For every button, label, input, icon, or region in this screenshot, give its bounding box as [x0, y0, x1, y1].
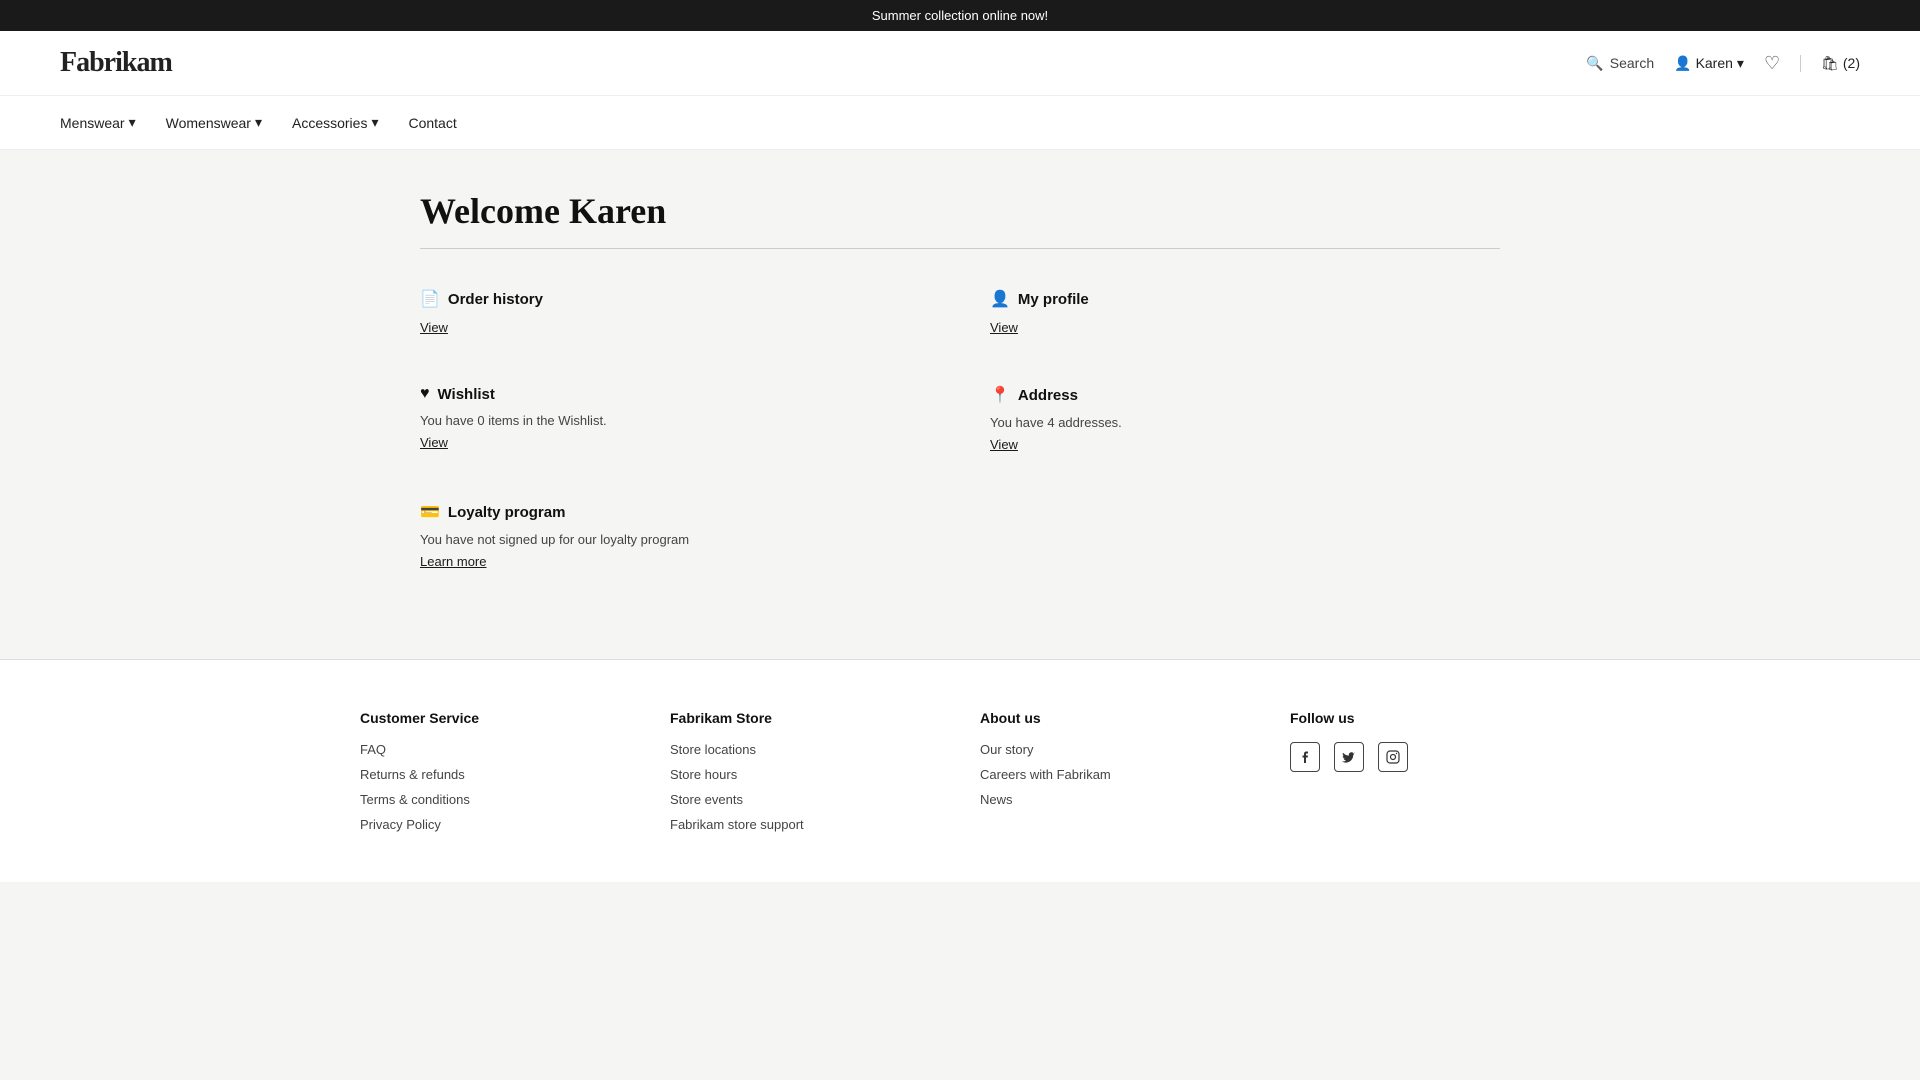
my-profile-section: 👤 My profile View	[990, 289, 1500, 335]
banner-text: Summer collection online now!	[872, 8, 1048, 23]
footer-about-us: About us Our story Careers with Fabrikam…	[980, 710, 1250, 842]
footer-link-store-support[interactable]: Fabrikam store support	[670, 817, 940, 832]
address-description: You have 4 addresses.	[990, 415, 1500, 430]
main-content: Welcome Karen 📄 Order history View 👤 My …	[360, 150, 1560, 659]
footer-grid: Customer Service FAQ Returns & refunds T…	[360, 710, 1560, 842]
nav-contact-label: Contact	[408, 115, 456, 131]
wishlist-label: Wishlist	[438, 386, 495, 403]
loyalty-label: Loyalty program	[448, 504, 566, 521]
social-icons	[1290, 742, 1560, 772]
footer-link-returns[interactable]: Returns & refunds	[360, 767, 630, 782]
footer-fabrikam-store-heading: Fabrikam Store	[670, 710, 940, 726]
footer-link-store-hours[interactable]: Store hours	[670, 767, 940, 782]
search-button[interactable]: 🔍 Search	[1586, 55, 1654, 72]
address-label: Address	[1018, 387, 1078, 404]
wishlist-view-link[interactable]: View	[420, 435, 448, 450]
facebook-icon[interactable]	[1290, 742, 1320, 772]
my-profile-title: 👤 My profile	[990, 289, 1500, 309]
order-history-icon: 📄	[420, 289, 440, 309]
nav-accessories-label: Accessories	[292, 115, 367, 131]
nav-contact[interactable]: Contact	[408, 96, 476, 149]
loyalty-section: 💳 Loyalty program You have not signed up…	[420, 502, 930, 569]
loyalty-icon: 💳	[420, 502, 440, 522]
main-nav: Menswear ▾ Womenswear ▾ Accessories ▾ Co…	[0, 96, 1920, 150]
footer-about-us-heading: About us	[980, 710, 1250, 726]
address-view-link[interactable]: View	[990, 437, 1018, 452]
footer-link-store-locations[interactable]: Store locations	[670, 742, 940, 757]
wishlist-section: ♥ Wishlist You have 0 items in the Wishl…	[420, 385, 930, 452]
top-banner: Summer collection online now!	[0, 0, 1920, 31]
header: Fabrikam 🔍 Search 👤 Karen ▾ ♡ 🛍 (2)	[0, 31, 1920, 96]
my-profile-icon: 👤	[990, 289, 1010, 309]
footer-follow-us-heading: Follow us	[1290, 710, 1560, 726]
account-grid: 📄 Order history View 👤 My profile View ♥…	[420, 289, 1500, 579]
chevron-down-icon: ▾	[255, 114, 262, 131]
footer-fabrikam-store: Fabrikam Store Store locations Store hou…	[670, 710, 940, 842]
cart-icon: 🛍	[1821, 55, 1839, 72]
wishlist-title: ♥ Wishlist	[420, 385, 930, 403]
wishlist-description: You have 0 items in the Wishlist.	[420, 413, 930, 428]
footer-link-our-story[interactable]: Our story	[980, 742, 1250, 757]
wishlist-icon: ♥	[420, 385, 430, 403]
twitter-icon[interactable]	[1334, 742, 1364, 772]
user-label: Karen	[1696, 55, 1733, 71]
nav-womenswear-label: Womenswear	[166, 115, 251, 131]
nav-menswear-label: Menswear	[60, 115, 125, 131]
loyalty-title: 💳 Loyalty program	[420, 502, 930, 522]
footer-customer-service-heading: Customer Service	[360, 710, 630, 726]
footer-link-terms[interactable]: Terms & conditions	[360, 792, 630, 807]
nav-womenswear[interactable]: Womenswear ▾	[166, 96, 282, 149]
footer-follow-us: Follow us	[1290, 710, 1560, 842]
order-history-label: Order history	[448, 291, 543, 308]
search-icon: 🔍	[1586, 55, 1603, 72]
loyalty-description: You have not signed up for our loyalty p…	[420, 532, 930, 547]
search-label: Search	[1610, 55, 1654, 71]
user-icon: 👤	[1674, 55, 1691, 72]
address-icon: 📍	[990, 385, 1010, 405]
address-title: 📍 Address	[990, 385, 1500, 405]
order-history-section: 📄 Order history View	[420, 289, 930, 335]
page-title: Welcome Karen	[420, 190, 1500, 232]
cart-count: (2)	[1843, 55, 1860, 71]
logo[interactable]: Fabrikam	[60, 47, 172, 79]
wishlist-button[interactable]: ♡	[1764, 53, 1780, 74]
footer-link-privacy[interactable]: Privacy Policy	[360, 817, 630, 832]
cart-button[interactable]: 🛍 (2)	[1800, 55, 1860, 72]
loyalty-learn-more-link[interactable]: Learn more	[420, 554, 486, 569]
divider	[420, 248, 1500, 249]
heart-icon: ♡	[1764, 53, 1780, 73]
order-history-view-link[interactable]: View	[420, 320, 448, 335]
instagram-icon[interactable]	[1378, 742, 1408, 772]
footer-link-careers[interactable]: Careers with Fabrikam	[980, 767, 1250, 782]
my-profile-view-link[interactable]: View	[990, 320, 1018, 335]
order-history-title: 📄 Order history	[420, 289, 930, 309]
header-actions: 🔍 Search 👤 Karen ▾ ♡ 🛍 (2)	[1586, 53, 1860, 74]
footer-customer-service: Customer Service FAQ Returns & refunds T…	[360, 710, 630, 842]
chevron-down-icon: ▾	[371, 114, 378, 131]
chevron-down-icon: ▾	[129, 114, 136, 131]
footer: Customer Service FAQ Returns & refunds T…	[0, 659, 1920, 882]
footer-link-store-events[interactable]: Store events	[670, 792, 940, 807]
footer-link-news[interactable]: News	[980, 792, 1250, 807]
user-menu[interactable]: 👤 Karen ▾	[1674, 55, 1744, 72]
nav-accessories[interactable]: Accessories ▾	[292, 96, 399, 149]
address-section: 📍 Address You have 4 addresses. View	[990, 385, 1500, 452]
chevron-down-icon: ▾	[1737, 55, 1744, 72]
my-profile-label: My profile	[1018, 291, 1089, 308]
footer-link-faq[interactable]: FAQ	[360, 742, 630, 757]
nav-menswear[interactable]: Menswear ▾	[60, 96, 156, 149]
